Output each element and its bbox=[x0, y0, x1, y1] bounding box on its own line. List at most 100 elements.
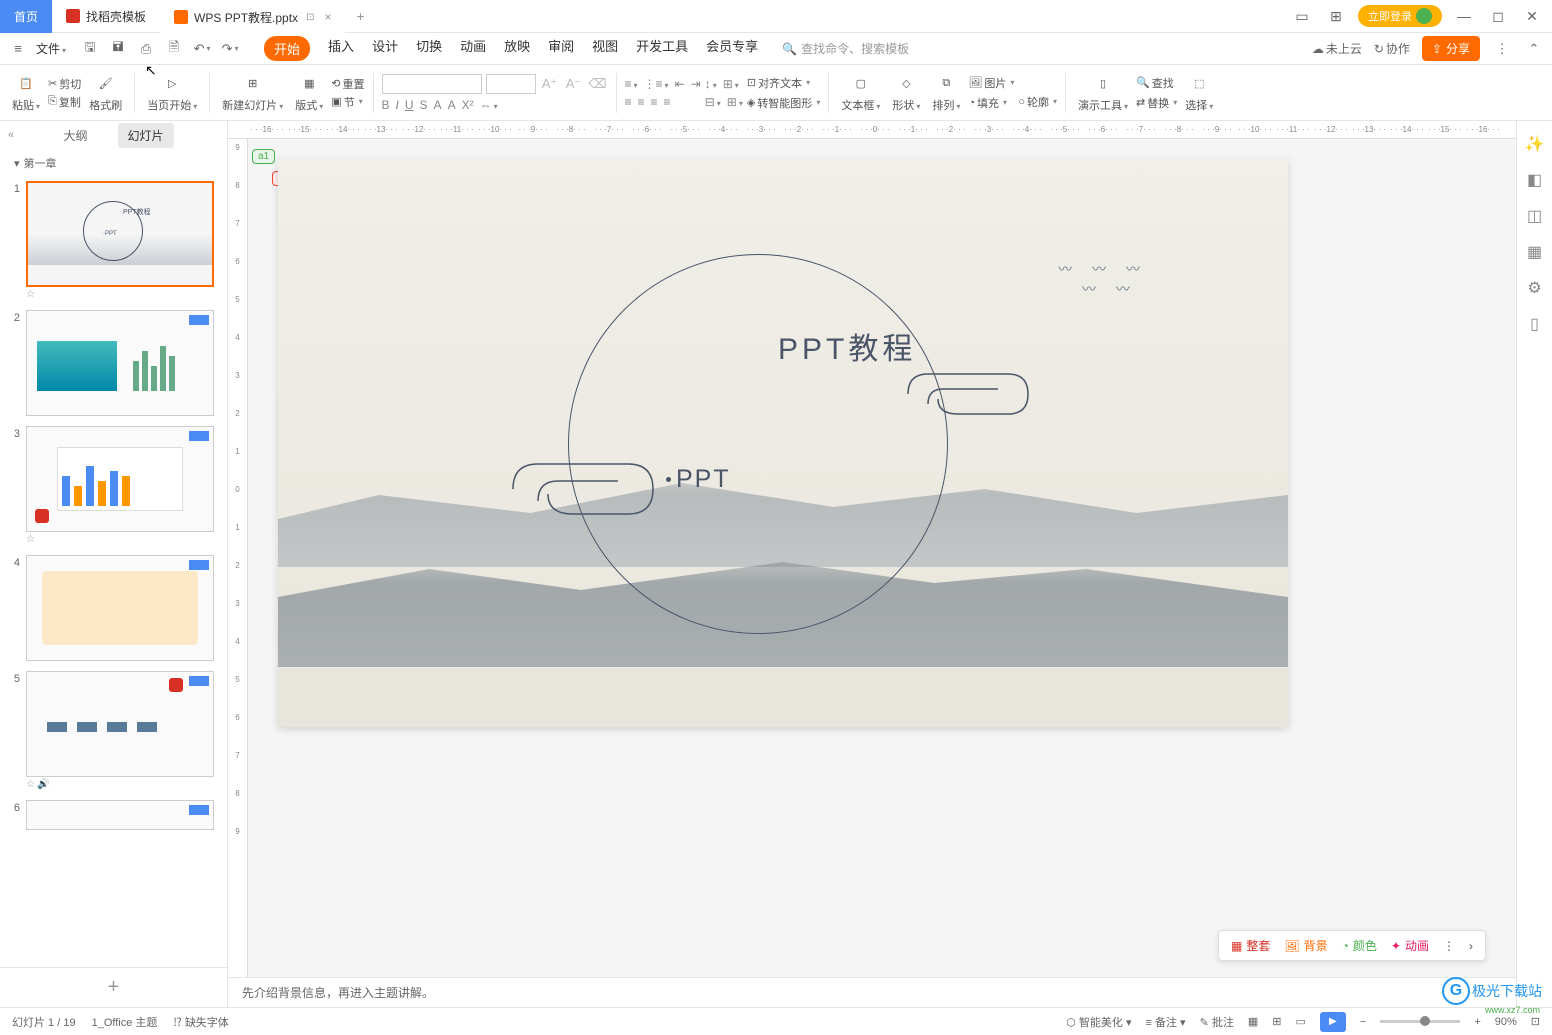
cut-button[interactable]: ✂ 剪切 bbox=[48, 76, 81, 92]
bullets-icon[interactable]: ≡ bbox=[625, 77, 638, 91]
more-options-icon[interactable]: ⋮ bbox=[1443, 939, 1455, 953]
object-icon[interactable]: ◫ bbox=[1526, 207, 1544, 225]
shape-button[interactable]: ◇形状 bbox=[888, 73, 924, 113]
tab-templates[interactable]: 找稻壳模板 bbox=[52, 0, 160, 33]
arrange-button[interactable]: ⧉排列 bbox=[928, 73, 964, 113]
new-slide-button[interactable]: ⊞新建幻灯片 bbox=[218, 73, 287, 113]
outline-tab[interactable]: 大纲 bbox=[53, 123, 97, 148]
cloud-status[interactable]: ☁ 未上云 bbox=[1312, 40, 1362, 57]
normal-view-icon[interactable]: ▦ bbox=[1248, 1015, 1258, 1028]
align-text-button[interactable]: ⊡ 对齐文本 bbox=[747, 75, 820, 91]
slideshow-button[interactable]: ▶ bbox=[1320, 1012, 1346, 1032]
char-spacing-icon[interactable]: ⇔ bbox=[480, 98, 498, 112]
zoom-slider[interactable] bbox=[1380, 1020, 1460, 1023]
zoom-in-icon[interactable]: + bbox=[1474, 1016, 1480, 1028]
zoom-out-icon[interactable]: − bbox=[1360, 1016, 1366, 1028]
font-select[interactable] bbox=[382, 74, 482, 94]
collapse-panel-icon[interactable]: « bbox=[8, 129, 14, 141]
collapse-ribbon-icon[interactable]: ⌃ bbox=[1524, 39, 1544, 59]
tab-member[interactable]: 会员专享 bbox=[706, 36, 758, 61]
share-button[interactable]: ⇪ 分享 bbox=[1422, 36, 1480, 61]
redo-icon[interactable]: ↷ bbox=[220, 39, 240, 59]
canvas-wrap[interactable]: a1 a1 〰 〰 〰 〰 〰 PPT教程 PPT bbox=[248, 139, 1516, 977]
text-direction-icon[interactable]: ⊞ bbox=[723, 77, 739, 91]
align-right-icon[interactable]: ≡ bbox=[651, 95, 658, 109]
bold-icon[interactable]: B bbox=[382, 98, 390, 112]
find-button[interactable]: 🔍 查找 bbox=[1136, 75, 1177, 91]
undo-icon[interactable]: ↶ bbox=[192, 39, 212, 59]
chapter-header[interactable]: ▾ 第一章 bbox=[0, 149, 227, 177]
font-size-select[interactable] bbox=[486, 74, 536, 94]
zoom-level[interactable]: 90% bbox=[1495, 1016, 1517, 1028]
animation-button[interactable]: ✦ 动画 bbox=[1391, 937, 1429, 954]
demo-tools-button[interactable]: ▯演示工具 bbox=[1074, 73, 1132, 113]
ai-icon[interactable]: ✨ bbox=[1526, 135, 1544, 153]
tab-insert[interactable]: 插入 bbox=[328, 36, 354, 61]
replace-button[interactable]: ⇄ 替换 bbox=[1136, 95, 1177, 111]
underline-icon[interactable]: U bbox=[405, 98, 414, 112]
font-color-icon[interactable]: A bbox=[434, 98, 442, 112]
slide-thumb-2[interactable] bbox=[26, 310, 214, 416]
sorter-view-icon[interactable]: ⊞ bbox=[1272, 1015, 1281, 1028]
maximize-button[interactable]: ◻ bbox=[1486, 8, 1510, 25]
select-button[interactable]: ⬚选择 bbox=[1181, 73, 1217, 113]
add-tab-button[interactable]: + bbox=[345, 8, 375, 24]
outline-button[interactable]: ○ 轮廓 bbox=[1018, 94, 1057, 110]
close-window-button[interactable]: ✕ bbox=[1520, 8, 1544, 25]
tab-start[interactable]: 开始 bbox=[264, 36, 310, 61]
template-icon[interactable]: ▦ bbox=[1526, 243, 1544, 261]
line-spacing-icon[interactable]: ↕ bbox=[705, 77, 717, 91]
more-icon[interactable]: ⋮ bbox=[1492, 39, 1512, 59]
numbering-icon[interactable]: ⋮≡ bbox=[644, 77, 669, 91]
comments-toggle[interactable]: ✎ 批注 bbox=[1200, 1014, 1234, 1030]
hamburger-icon[interactable]: ≡ bbox=[8, 39, 28, 59]
paste-group[interactable]: 📋粘贴 bbox=[8, 73, 44, 113]
slide-canvas[interactable]: 〰 〰 〰 〰 〰 PPT教程 PPT bbox=[278, 159, 1288, 727]
slides-tab[interactable]: 幻灯片 bbox=[118, 123, 174, 148]
tab-slideshow[interactable]: 放映 bbox=[504, 36, 530, 61]
apps-icon[interactable]: ⊞ bbox=[1324, 8, 1348, 25]
paragraph-icon[interactable]: ⊞ bbox=[727, 95, 743, 109]
increase-indent-icon[interactable]: ⇥ bbox=[691, 77, 701, 91]
save-as-icon[interactable]: 🖬 bbox=[108, 39, 128, 59]
collab-button[interactable]: ↻ 协作 bbox=[1374, 40, 1410, 57]
smart-beautify-button[interactable]: ⬡ 智能美化 ▾ bbox=[1066, 1014, 1131, 1030]
textbox-button[interactable]: ▢文本框 bbox=[837, 73, 884, 113]
close-tab-icon[interactable]: × bbox=[324, 10, 331, 24]
start-from-current-button[interactable]: ▷当页开始 bbox=[143, 73, 201, 113]
file-menu[interactable]: 文件 bbox=[36, 40, 66, 57]
fill-button[interactable]: ◔ 填充 bbox=[968, 95, 1014, 111]
slide-thumb-6[interactable] bbox=[26, 800, 214, 830]
italic-icon[interactable]: I bbox=[396, 98, 399, 112]
print-icon[interactable]: ⎙ bbox=[136, 39, 156, 59]
command-search[interactable]: 🔍 查找命令、搜索模板 bbox=[782, 40, 909, 57]
slide-thumb-5[interactable] bbox=[26, 671, 214, 777]
print-preview-icon[interactable]: 🗎 bbox=[164, 39, 184, 59]
tab-design[interactable]: 设计 bbox=[372, 36, 398, 61]
background-button[interactable]: 🖼 背景 bbox=[1284, 937, 1327, 954]
align-center-icon[interactable]: ≡ bbox=[638, 95, 645, 109]
fit-window-icon[interactable]: ⊡ bbox=[1531, 1015, 1540, 1028]
present-icon[interactable]: ▯ bbox=[1526, 315, 1544, 333]
style-icon[interactable]: ◧ bbox=[1526, 171, 1544, 189]
tab-developer[interactable]: 开发工具 bbox=[636, 36, 688, 61]
missing-font-warning[interactable]: ⁉ 缺失字体 bbox=[173, 1014, 228, 1030]
clear-format-icon[interactable]: ⌫ bbox=[588, 74, 608, 94]
slide-subtitle[interactable]: PPT bbox=[676, 465, 731, 494]
format-painter-button[interactable]: 🖌格式刷 bbox=[85, 73, 126, 113]
slide-thumb-4[interactable] bbox=[26, 555, 214, 661]
next-icon[interactable]: › bbox=[1469, 939, 1473, 953]
align-justify-icon[interactable]: ≡ bbox=[664, 95, 671, 109]
notes-pane[interactable]: 先介绍背景信息，再进入主题讲解。 bbox=[228, 977, 1516, 1007]
comment-badge-1[interactable]: a1 bbox=[252, 149, 275, 164]
superscript-icon[interactable]: X² bbox=[462, 98, 474, 112]
picture-button[interactable]: 🖼 图片 bbox=[968, 75, 1014, 91]
highlight-icon[interactable]: A bbox=[448, 98, 456, 112]
slide-title[interactable]: PPT教程 bbox=[778, 324, 916, 368]
thumbnails-list[interactable]: 1 PPT教程·PPT ☆ 2 3 ☆ 4 5 bbox=[0, 177, 227, 967]
decrease-font-icon[interactable]: A⁻ bbox=[564, 74, 584, 94]
section-button[interactable]: ▣ 节 bbox=[331, 94, 364, 110]
tab-transition[interactable]: 切换 bbox=[416, 36, 442, 61]
reading-mode-icon[interactable]: ▭ bbox=[1290, 8, 1314, 25]
layout-button[interactable]: ▦版式 bbox=[291, 73, 327, 113]
